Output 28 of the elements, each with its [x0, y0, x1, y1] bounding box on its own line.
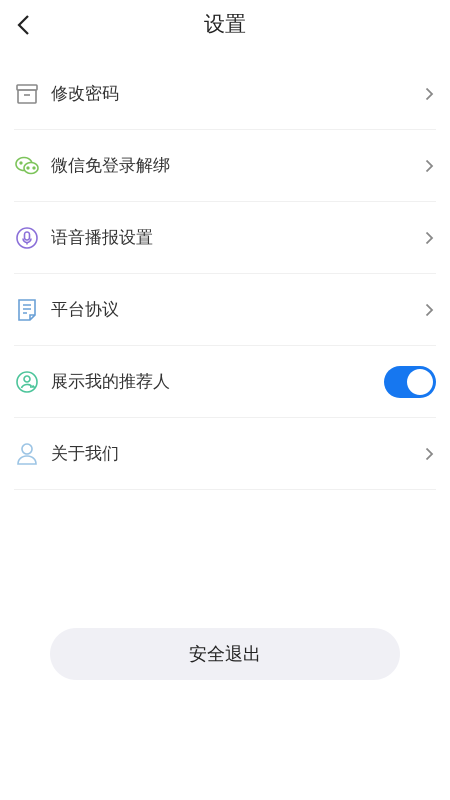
microphone-icon	[16, 226, 38, 248]
row-label: 微信免登录解绑	[51, 154, 171, 177]
user-circle-icon	[16, 370, 38, 392]
row-label: 关于我们	[51, 442, 120, 465]
row-label: 语音播报设置	[51, 226, 154, 249]
row-label: 平台协议	[51, 298, 120, 321]
chevron-right-icon	[425, 86, 434, 100]
person-icon	[17, 442, 37, 464]
row-label: 修改密码	[51, 82, 120, 105]
toggle-knob	[407, 368, 433, 394]
chevron-right-icon	[425, 446, 434, 460]
settings-row[interactable]: 关于我们	[14, 418, 436, 490]
logout-button[interactable]: 安全退出	[50, 628, 400, 680]
settings-row[interactable]: 修改密码	[14, 58, 436, 130]
chevron-right-icon	[425, 158, 434, 172]
settings-row[interactable]: 微信免登录解绑	[14, 130, 436, 202]
chat-bubbles-icon	[15, 156, 39, 176]
chevron-right-icon	[425, 230, 434, 244]
settings-row[interactable]: 平台协议	[14, 274, 436, 346]
back-icon	[16, 14, 30, 36]
page-title: 设置	[204, 12, 246, 38]
row-label: 展示我的推荐人	[51, 370, 171, 393]
toggle-switch[interactable]	[384, 366, 436, 398]
settings-row[interactable]: 语音播报设置	[14, 202, 436, 274]
document-icon	[18, 298, 36, 320]
settings-row[interactable]: 展示我的推荐人	[14, 346, 436, 418]
archive-icon	[16, 84, 38, 104]
chevron-right-icon	[425, 302, 434, 316]
